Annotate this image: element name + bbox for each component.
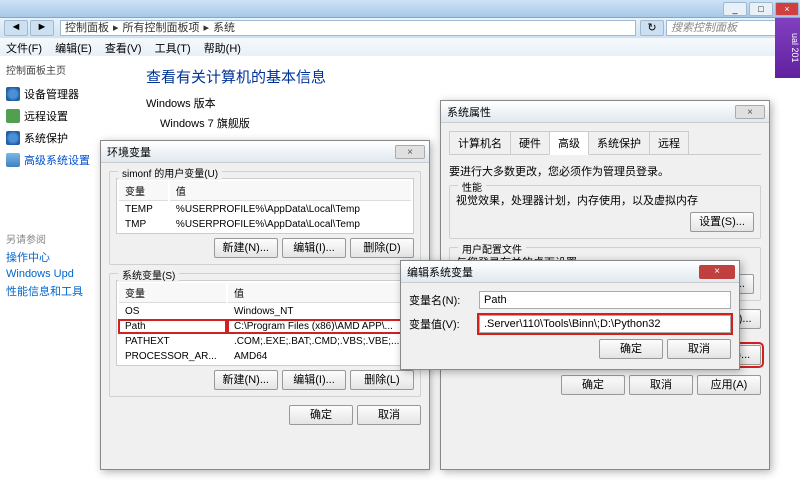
col-variable: 变量: [119, 283, 226, 303]
col-variable: 变量: [119, 181, 168, 201]
performance-text: 视觉效果，处理器计划，内存使用，以及虚拟内存: [456, 192, 754, 208]
col-value: 值: [228, 283, 411, 303]
user-vars-table[interactable]: 变量值 TEMP%USERPROFILE%\AppData\Local\Temp…: [116, 178, 414, 234]
menu-tools[interactable]: 工具(T): [155, 43, 191, 55]
sys-vars-label: 系统变量(S): [118, 267, 179, 282]
dialog-title: 环境变量: [107, 144, 423, 160]
minimize-button[interactable]: _: [723, 2, 747, 16]
var-name-input[interactable]: [479, 291, 731, 309]
tab-remote[interactable]: 远程: [649, 131, 689, 154]
table-row[interactable]: TEMP%USERPROFILE%\AppData\Local\Temp: [119, 203, 411, 216]
close-icon[interactable]: ×: [735, 105, 765, 119]
close-icon[interactable]: ×: [699, 265, 735, 279]
menu-edit[interactable]: 编辑(E): [55, 43, 92, 55]
apply-button[interactable]: 应用(A): [697, 375, 761, 395]
refresh-icon[interactable]: ↻: [640, 20, 664, 36]
tab-hardware[interactable]: 硬件: [510, 131, 550, 154]
ok-button[interactable]: 确定: [561, 375, 625, 395]
sys-vars-table[interactable]: 变量值 OSWindows_NT PathC:\Program Files (x…: [116, 280, 414, 366]
dialog-titlebar[interactable]: 环境变量 ×: [101, 141, 429, 163]
ok-button[interactable]: 确定: [599, 339, 663, 359]
computer-icon: [6, 153, 20, 167]
sidebar-item-device-manager[interactable]: 设备管理器: [6, 83, 124, 105]
edit-button[interactable]: 编辑(I)...: [282, 238, 346, 258]
menu-view[interactable]: 查看(V): [105, 43, 142, 55]
dialog-titlebar[interactable]: 系统属性 ×: [441, 101, 769, 123]
edit-variable-dialog: 编辑系统变量 × 变量名(N): 变量值(V): 确定 取消: [400, 260, 740, 370]
crumb[interactable]: 系统: [213, 21, 235, 35]
var-name-label: 变量名(N):: [409, 292, 479, 308]
new-button[interactable]: 新建(N)...: [214, 370, 278, 390]
menu-file[interactable]: 文件(F): [6, 43, 42, 55]
edit-button[interactable]: 编辑(I)...: [282, 370, 346, 390]
tab-strip: 计算机名 硬件 高级 系统保护 远程: [449, 131, 761, 155]
dialog-titlebar[interactable]: 编辑系统变量 ×: [401, 261, 739, 283]
close-button[interactable]: ×: [775, 2, 799, 16]
dialog-title: 系统属性: [447, 104, 763, 120]
back-button[interactable]: ◄: [4, 20, 28, 36]
sidebar-item-remote[interactable]: 远程设置: [6, 105, 124, 127]
env-vars-dialog: 环境变量 × simonf 的用户变量(U) 变量值 TEMP%USERPROF…: [100, 140, 430, 470]
tab-advanced[interactable]: 高级: [549, 131, 589, 155]
admin-note: 要进行大多数更改，您必须作为管理员登录。: [449, 163, 761, 179]
cancel-button[interactable]: 取消: [357, 405, 421, 425]
menu-bar: 文件(F) 编辑(E) 查看(V) 工具(T) 帮助(H): [0, 38, 800, 56]
profiles-header: 用户配置文件: [458, 241, 526, 256]
sidebar-header: 控制面板主页: [6, 62, 124, 77]
shield-icon: [6, 87, 20, 101]
shield-icon: [6, 109, 20, 123]
table-row[interactable]: OSWindows_NT: [119, 305, 411, 318]
window-titlebar: _ □ ×: [0, 0, 800, 18]
col-value: 值: [170, 181, 411, 201]
crumb[interactable]: 所有控制面板项: [123, 21, 200, 35]
delete-button[interactable]: 删除(L): [350, 370, 414, 390]
page-title: 查看有关计算机的基本信息: [146, 66, 784, 87]
forward-button[interactable]: ►: [30, 20, 54, 36]
tab-protection[interactable]: 系统保护: [588, 131, 650, 154]
maximize-button[interactable]: □: [749, 2, 773, 16]
table-row[interactable]: PATHEXT.COM;.EXE;.BAT;.CMD;.VBS;.VBE;...: [119, 335, 411, 348]
ok-button[interactable]: 确定: [289, 405, 353, 425]
tab-computer-name[interactable]: 计算机名: [449, 131, 511, 154]
settings-button[interactable]: 设置(S)...: [690, 212, 754, 232]
var-value-label: 变量值(V):: [409, 316, 479, 332]
table-row[interactable]: TMP%USERPROFILE%\AppData\Local\Temp: [119, 218, 411, 231]
navigation-bar: ◄ ► 控制面板▸ 所有控制面板项▸ 系统 ↻ 搜索控制面板: [0, 18, 800, 38]
visual-studio-edge: ual 201: [775, 18, 800, 78]
user-vars-label: simonf 的用户变量(U): [118, 165, 222, 180]
performance-header: 性能: [458, 179, 486, 194]
cancel-button[interactable]: 取消: [629, 375, 693, 395]
breadcrumb[interactable]: 控制面板▸ 所有控制面板项▸ 系统: [60, 20, 636, 36]
dialog-title: 编辑系统变量: [407, 264, 733, 280]
table-row[interactable]: PROCESSOR_AR...AMD64: [119, 350, 411, 363]
delete-button[interactable]: 删除(D): [350, 238, 414, 258]
var-value-input[interactable]: [479, 315, 731, 333]
shield-icon: [6, 131, 20, 145]
menu-help[interactable]: 帮助(H): [204, 43, 241, 55]
cancel-button[interactable]: 取消: [667, 339, 731, 359]
new-button[interactable]: 新建(N)...: [214, 238, 278, 258]
table-row-path[interactable]: PathC:\Program Files (x86)\AMD APP\...: [119, 320, 411, 333]
crumb[interactable]: 控制面板: [65, 21, 109, 35]
close-icon[interactable]: ×: [395, 145, 425, 159]
